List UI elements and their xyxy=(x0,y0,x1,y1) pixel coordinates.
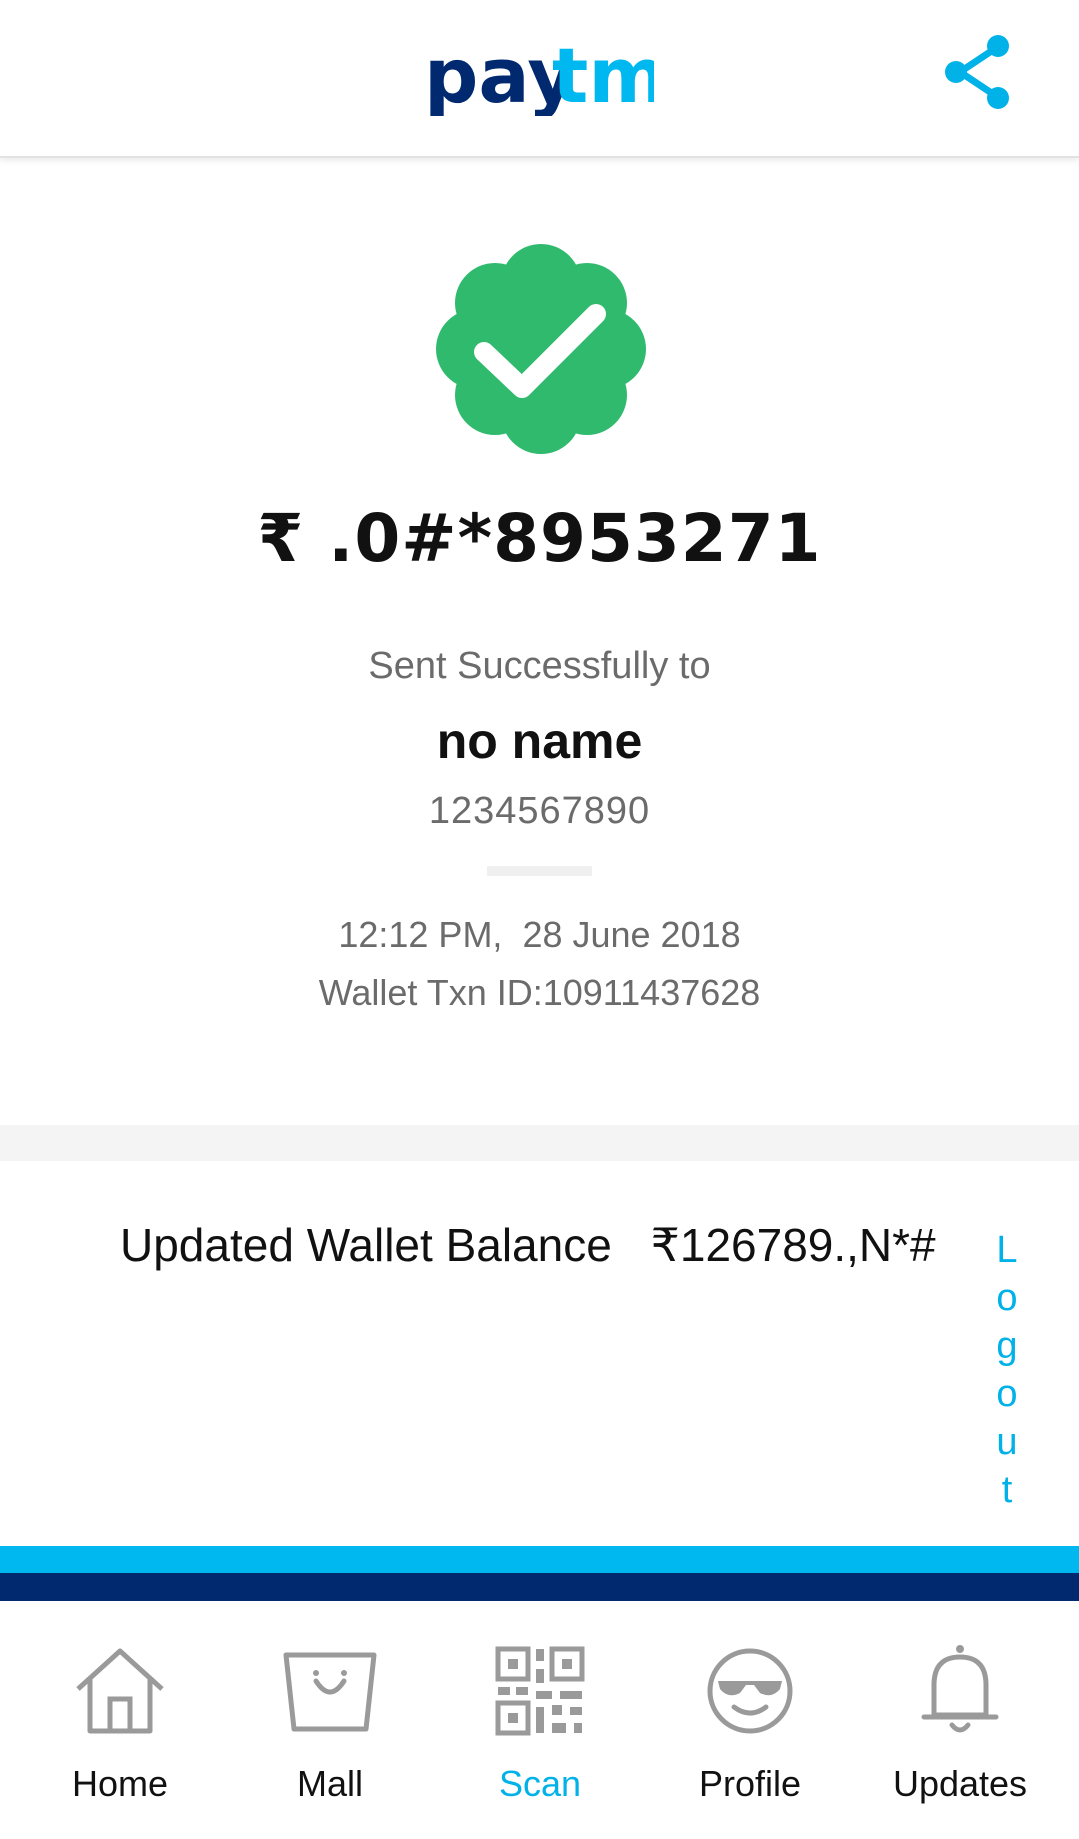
brand-stripe-dark xyxy=(0,1573,1079,1601)
nav-item-updates[interactable]: Updates xyxy=(860,1601,1060,1839)
nav-item-scan[interactable]: Scan xyxy=(440,1601,640,1839)
wallet-balance-amount: ₹126789.,N*# xyxy=(650,1219,936,1271)
recipient-name: no name xyxy=(436,713,643,769)
wallet-balance-label: Updated Wallet Balance xyxy=(120,1219,612,1271)
nav-label-home: Home xyxy=(71,1763,169,1804)
nav-label-mall: Mall xyxy=(296,1763,363,1804)
wallet-balance-row: Updated Wallet Balance ₹126789.,N*# xyxy=(120,1218,936,1278)
transaction-id: Wallet Txn ID:10911437628 xyxy=(318,972,761,1013)
nav-label-profile: Profile xyxy=(698,1763,802,1804)
nav-label-scan: Scan xyxy=(498,1763,582,1804)
transaction-time: 12:12 PM, 28 June 2018 xyxy=(338,914,741,955)
brand-stripe-light xyxy=(0,1546,1079,1573)
bell-icon xyxy=(921,1645,999,1733)
paytm-logo: pay tm xyxy=(424,31,654,116)
bottom-navigation: Home Mall Scan Profile Updates xyxy=(0,1601,1079,1839)
shopping-bag-icon xyxy=(283,1652,377,1732)
check-badge-icon xyxy=(436,244,646,454)
app-header: pay tm xyxy=(0,0,1079,158)
section-separator xyxy=(0,1125,1079,1161)
divider xyxy=(487,866,592,876)
transaction-amount: ₹ .0#*8953271 xyxy=(257,500,822,577)
logout-link[interactable]: Logout xyxy=(992,1226,1022,1514)
nav-item-profile[interactable]: Profile xyxy=(650,1601,850,1839)
share-icon[interactable] xyxy=(938,32,1018,112)
nav-item-mall[interactable]: Mall xyxy=(230,1601,430,1839)
home-icon xyxy=(76,1648,164,1734)
profile-face-icon xyxy=(707,1648,793,1734)
nav-label-updates: Updates xyxy=(892,1763,1028,1804)
qr-code-icon xyxy=(495,1646,585,1736)
recipient-phone: 1234567890 xyxy=(428,790,651,832)
sent-status-label: Sent Successfully to xyxy=(368,645,711,687)
nav-item-home[interactable]: Home xyxy=(20,1601,220,1839)
logo-text-tm: tm xyxy=(552,31,654,116)
